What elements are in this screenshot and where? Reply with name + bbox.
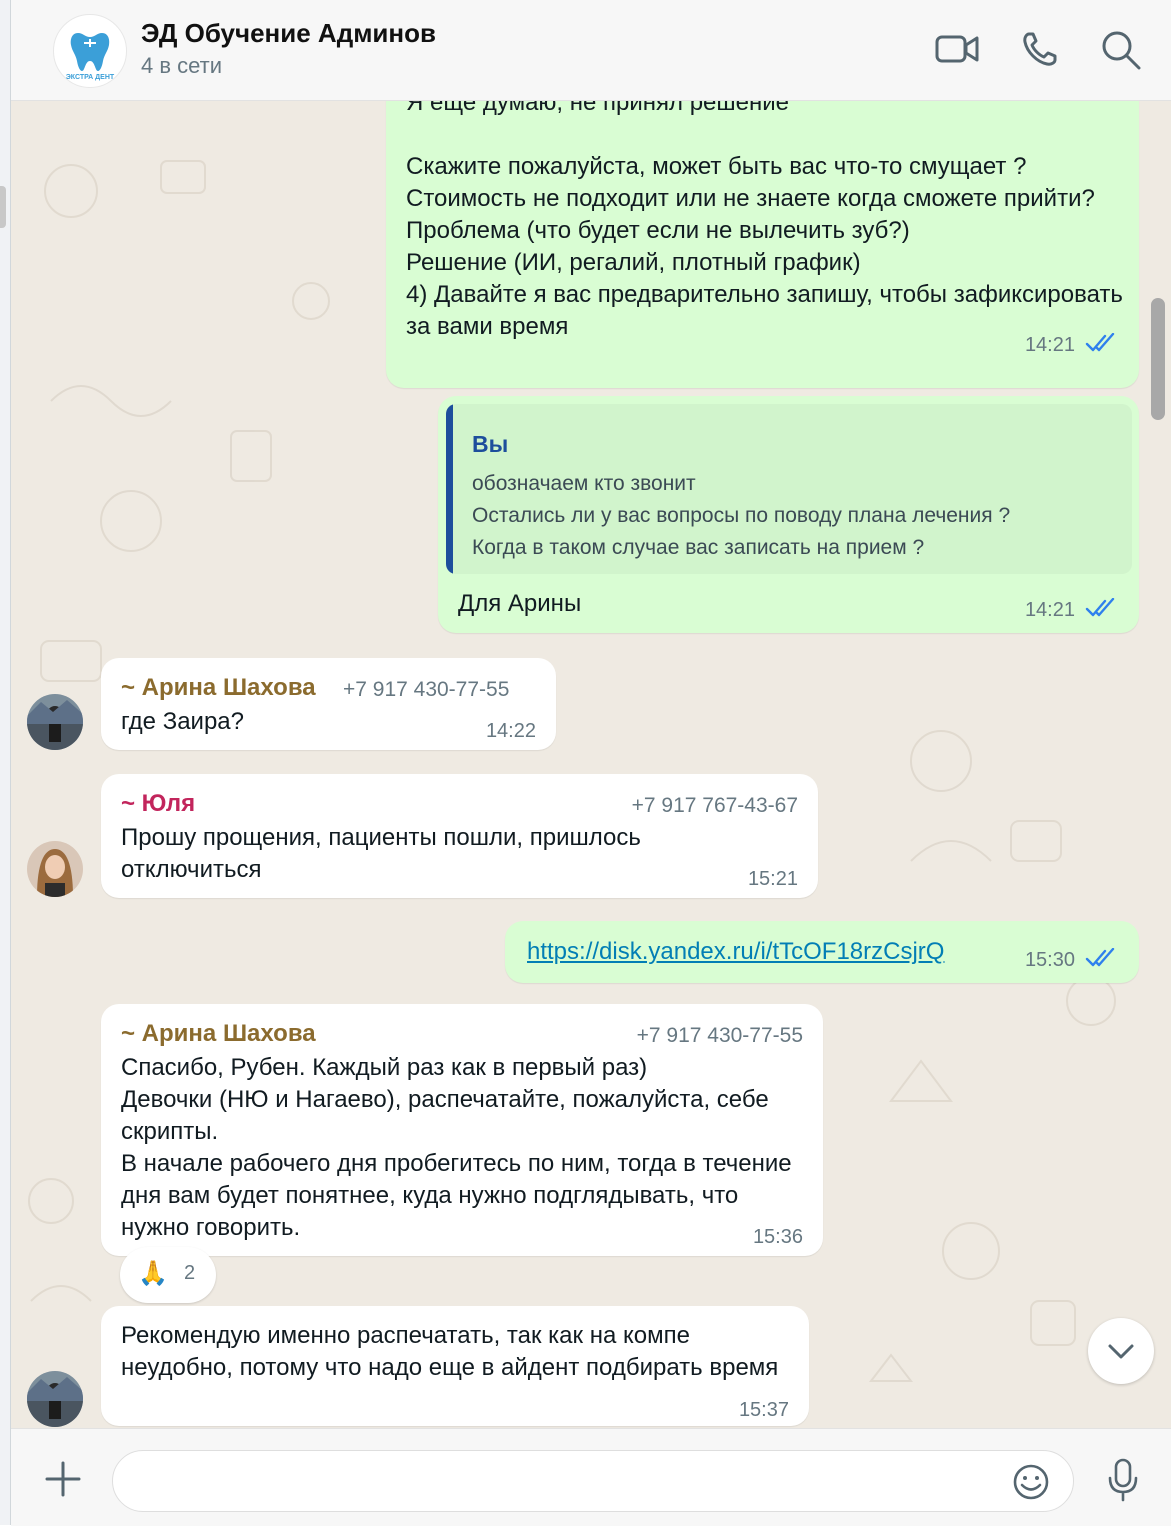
chat-messages-area[interactable]: Я еще думаю, не принял решение Скажите п… [11,101,1171,1428]
quoted-message[interactable]: Вы обозначаем кто звонит Остались ли у в… [446,404,1132,574]
sender-phone[interactable]: +7 917 430-77-55 [343,674,509,706]
quote-text: обозначаем кто звонит Остались ли у вас … [472,472,1011,559]
tooth-logo-icon: ЭКСТРА ДЕНТ [66,33,115,81]
message-text: Спасибо, Рубен. Каждый раз как в первый … [121,1054,792,1241]
sender-name[interactable]: ~ Арина Шахова [121,1018,316,1050]
read-ticks-icon [1085,948,1115,967]
message-time: 15:37 [738,1399,789,1421]
message-time: 15:21 [747,868,798,890]
message-text: Для Арины [458,590,582,617]
phone-icon[interactable] [1019,28,1065,70]
group-avatar[interactable]: ЭКСТРА ДЕНТ [53,14,127,88]
emoji-icon[interactable] [1011,1462,1051,1502]
online-count: 4 в сети [141,53,223,78]
sender-phone[interactable]: +7 917 767-43-67 [632,790,798,822]
avatar-photo [27,1371,83,1427]
message-composer[interactable] [11,1428,1171,1526]
message-outgoing-reply[interactable]: Вы обозначаем кто звонит Остались ли у в… [438,396,1139,633]
chat-title[interactable]: ЭД Обучение Админов [141,18,436,49]
message-time: 14:22 [485,720,536,742]
sender-name[interactable]: ~ Юля [121,788,195,820]
microphone-icon[interactable] [1103,1456,1143,1504]
message-text: Рекомендую именно распечатать, так как н… [121,1322,779,1381]
avatar-yulia[interactable] [27,841,83,897]
video-call-icon[interactable] [935,28,981,70]
read-ticks-icon [1085,333,1115,352]
logo-text: ЭКСТРА ДЕНТ [66,74,115,81]
sender-phone[interactable]: +7 917 430-77-55 [637,1020,803,1052]
message-incoming[interactable]: ~ Юля +7 917 767-43-67 Прошу прощения, п… [101,774,818,898]
scroll-to-bottom-button[interactable] [1088,1318,1154,1384]
sender-name[interactable]: ~ Арина Шахова [121,672,316,704]
avatar-photo [27,694,83,750]
reaction-emoji: 🙏 [138,1260,168,1287]
reaction-count: 2 [184,1262,196,1284]
chat-header[interactable]: ЭКСТРА ДЕНТ ЭД Обучение Админов 4 в сети [11,0,1171,101]
chat-scrollbar[interactable] [1151,298,1165,420]
message-time: 14:21 [1024,334,1075,356]
message-text: Прошу прощения, пациенты пошли, пришлось… [121,824,641,883]
plus-icon[interactable] [43,1459,83,1499]
message-incoming[interactable]: ~ Арина Шахова +7 917 430-77-55 Спасибо,… [101,1004,823,1256]
chevron-down-icon [1108,1344,1134,1359]
quote-bar [446,404,453,574]
read-ticks-icon [1085,598,1115,617]
avatar-arina[interactable] [27,694,83,750]
quote-author: Вы [472,431,509,457]
avatar-photo [27,841,83,897]
message-time: 14:21 [1024,599,1075,621]
message-incoming[interactable]: Рекомендую именно распечатать, так как н… [101,1306,809,1426]
message-text: Скажите пожалуйста, может быть вас что-т… [406,153,1123,340]
avatar-arina[interactable] [27,1371,83,1427]
message-reaction[interactable]: 🙏 2 [120,1247,216,1303]
left-window-edge [0,0,11,1525]
message-text: где Заира? [121,708,244,735]
message-text-partial: Я еще думаю, не принял решение [406,101,790,116]
message-outgoing[interactable]: Я еще думаю, не принял решение Скажите п… [386,101,1139,388]
message-outgoing-link[interactable]: https://disk.yandex.ru/i/tTcOF18rzCsjrQ … [505,921,1139,983]
message-incoming[interactable]: ~ Арина Шахова +7 917 430-77-55 где Заир… [101,658,556,750]
message-link[interactable]: https://disk.yandex.ru/i/tTcOF18rzCsjrQ [527,936,944,968]
message-time: 15:30 [1024,949,1075,971]
search-icon[interactable] [1099,28,1145,70]
resize-handle[interactable] [0,186,6,228]
message-time: 15:36 [752,1226,803,1248]
message-input[interactable] [112,1450,1074,1512]
